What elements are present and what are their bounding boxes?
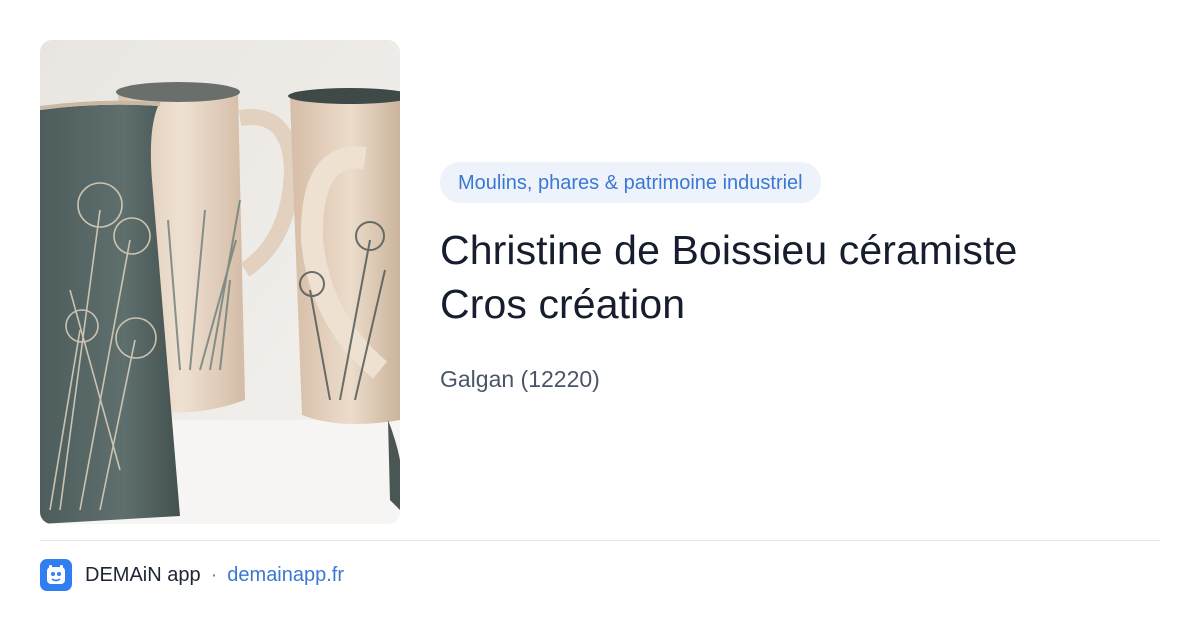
card-content: Moulins, phares & patrimoine industriel … [440, 162, 1160, 393]
place-title: Christine de Boissieu céramiste Cros cré… [440, 223, 1160, 331]
location-text: Galgan (12220) [440, 366, 600, 392]
share-card: Moulins, phares & patrimoine industriel … [0, 0, 1200, 630]
place-title-line: Cros création [440, 281, 686, 327]
demain-logo-icon [40, 559, 72, 591]
site-link[interactable]: demainapp.fr [227, 564, 344, 587]
ceramic-pitchers-photo [40, 40, 400, 524]
place-title-line: Christine de Boissieu céramiste [440, 227, 1018, 273]
app-name: DEMAiN app [85, 563, 201, 586]
footer: DEMAiN app · demainapp.fr [40, 558, 344, 592]
footer-divider [40, 540, 1160, 541]
category-badge[interactable]: Moulins, phares & patrimoine industriel [440, 162, 821, 203]
footer-separator: · [210, 563, 218, 586]
